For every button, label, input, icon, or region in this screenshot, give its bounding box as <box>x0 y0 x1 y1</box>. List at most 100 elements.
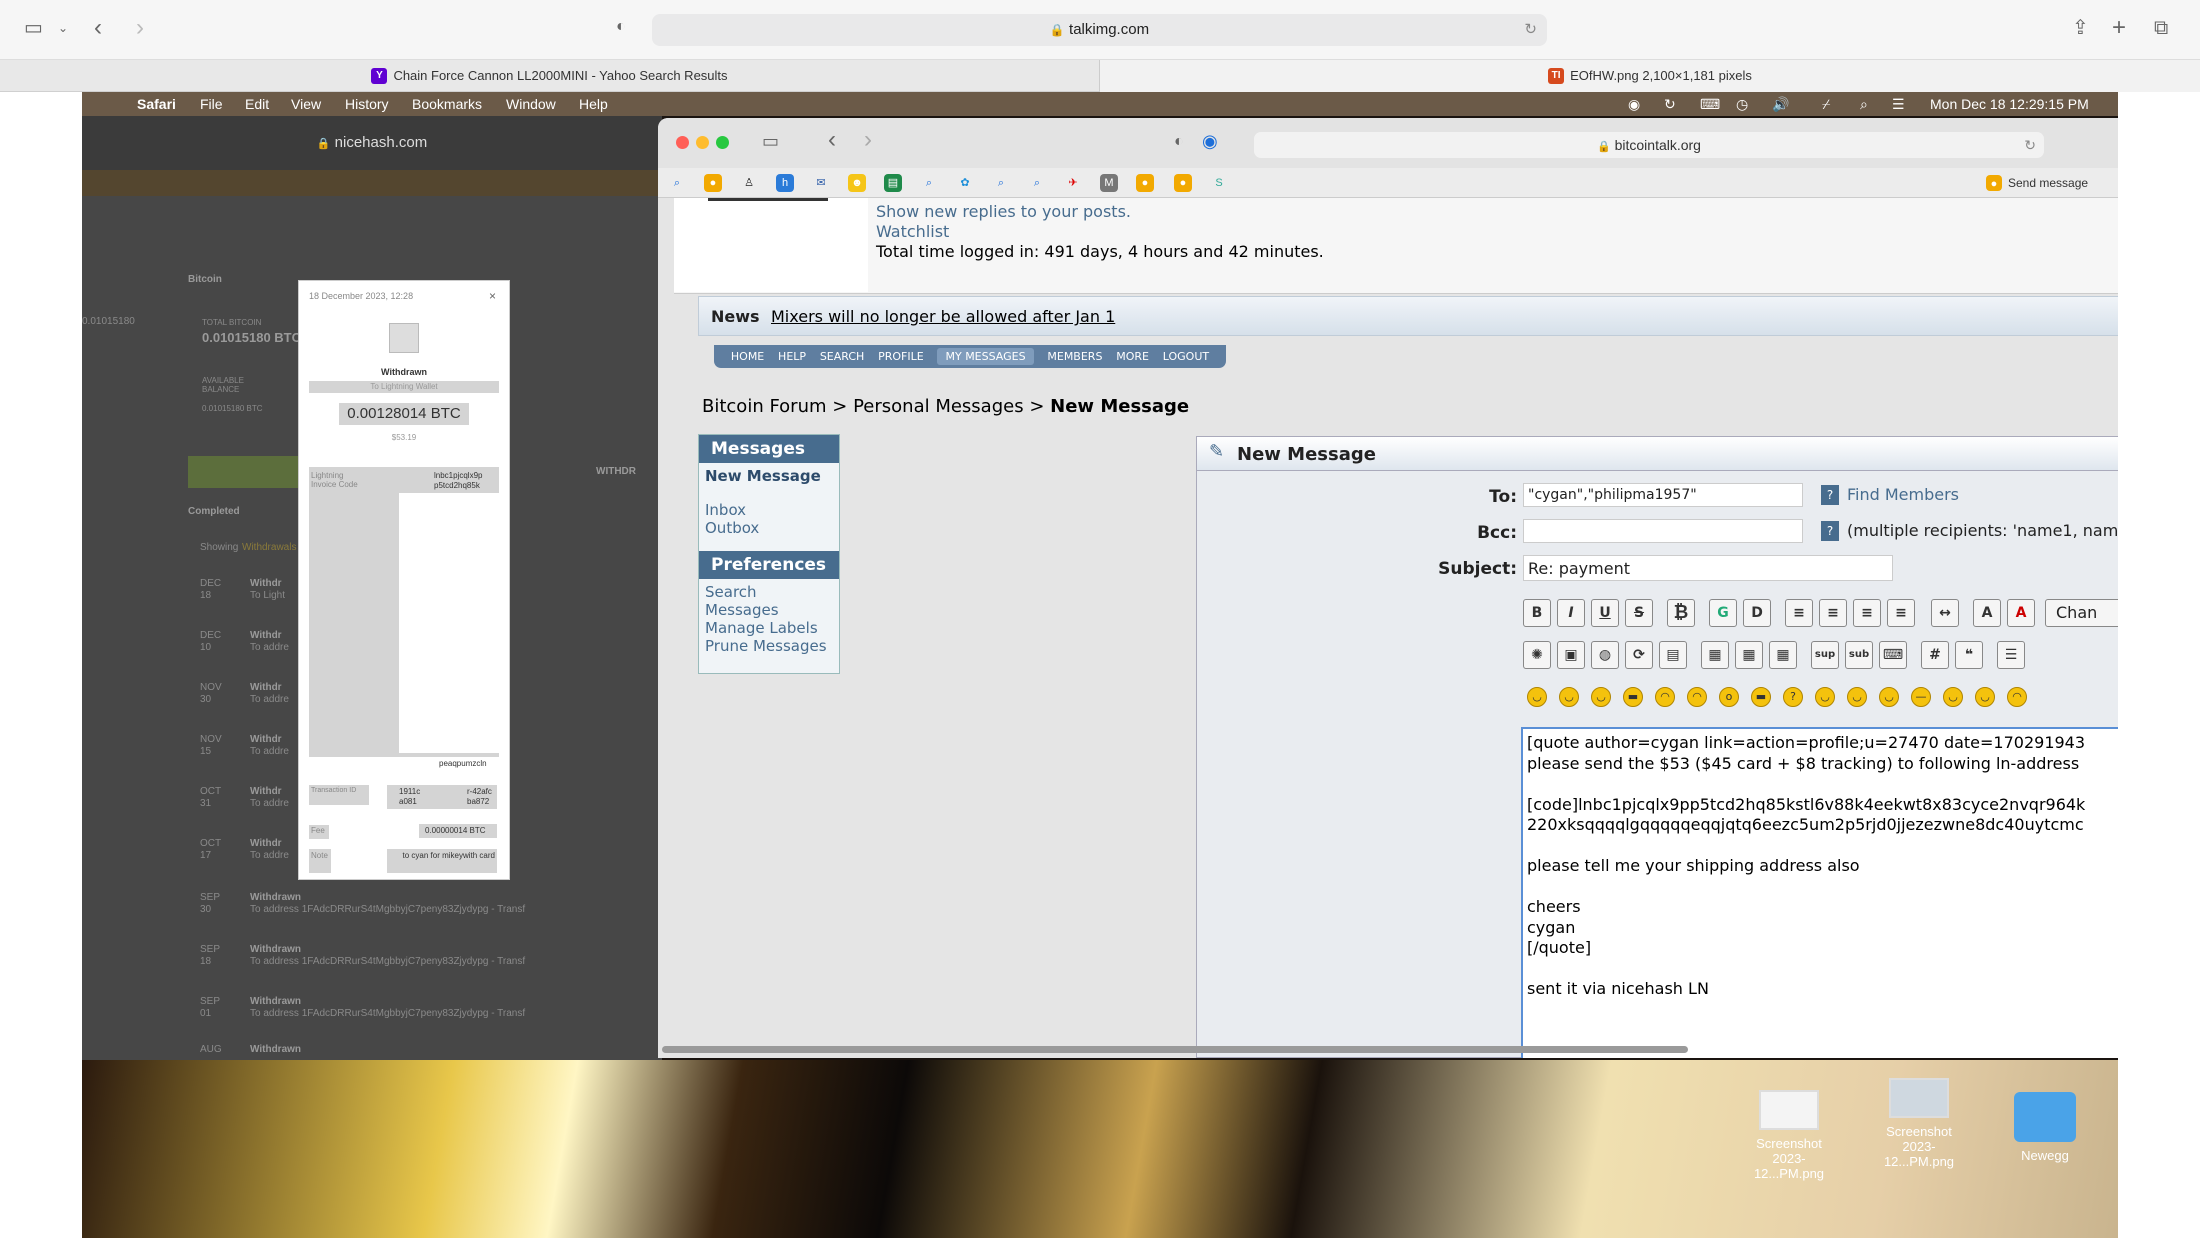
grin-icon[interactable]: ▬ <box>1623 687 1643 707</box>
strikethrough-button[interactable]: S <box>1625 599 1653 627</box>
desktop-icon-newegg-folder[interactable]: Newegg <box>1980 1092 2110 1163</box>
wink-icon[interactable]: ◡ <box>1559 687 1579 707</box>
privacy-shield-icon[interactable]: ◐ <box>1174 134 1184 150</box>
bookmark-icon[interactable]: ● <box>1136 174 1154 192</box>
chevron-down-icon[interactable]: ⌄ <box>58 22 68 34</box>
menu-view[interactable]: View <box>291 92 321 116</box>
tab-yahoo-search[interactable]: Y Chain Force Cannon LL2000MINI - Yahoo … <box>0 60 1100 92</box>
showing-filter[interactable]: Withdrawals <box>242 542 296 553</box>
forward-icon[interactable]: › <box>864 128 872 152</box>
close-icon[interactable]: × <box>489 289 496 303</box>
search-icon[interactable]: ⌕ <box>668 174 686 192</box>
news-link[interactable]: Mixers will no longer be allowed after J… <box>771 307 1115 326</box>
sidebar-prune-messages[interactable]: Prune Messages <box>705 637 833 655</box>
flash-button[interactable]: ✺ <box>1523 641 1551 669</box>
bold-button[interactable]: B <box>1523 599 1551 627</box>
align-right-button[interactable]: ≡ <box>1887 599 1915 627</box>
find-members-icon[interactable]: ? <box>1821 485 1839 505</box>
new-tab-icon[interactable]: + <box>2112 16 2126 40</box>
bookmark-icon[interactable]: ● <box>704 174 722 192</box>
list-button[interactable]: ☰ <box>1997 641 2025 669</box>
breadcrumb-forum[interactable]: Bitcoin Forum <box>702 396 827 417</box>
nav-my-messages[interactable]: MY MESSAGES <box>937 348 1034 365</box>
image-button[interactable]: ▣ <box>1557 641 1585 669</box>
bookmark-icon[interactable]: ☻ <box>848 174 866 192</box>
menu-window[interactable]: Window <box>506 92 556 116</box>
list-item[interactable]: SEP 01 Withdrawn To address 1FAdcDRRurS4… <box>200 996 660 1036</box>
sidebar-inbox[interactable]: Inbox <box>705 501 833 519</box>
undecided-icon[interactable]: ◡ <box>1943 687 1963 707</box>
zoom-window-button[interactable] <box>716 136 729 149</box>
bcc-help-icon[interactable]: ? <box>1821 521 1839 541</box>
close-window-button[interactable] <box>676 136 689 149</box>
status-icon[interactable]: ◉ <box>1628 92 1640 116</box>
keyboard-icon[interactable]: ⌨ <box>1700 92 1720 116</box>
bookmark-icon[interactable]: ▤ <box>884 174 902 192</box>
wifi-off-icon[interactable]: ⌿ <box>1822 92 1830 116</box>
bcc-field[interactable] <box>1523 519 1803 543</box>
tab-overview-icon[interactable]: ⧉ <box>2154 18 2168 38</box>
ftp-button[interactable]: ▤ <box>1659 641 1687 669</box>
angry-icon[interactable]: ◠ <box>1655 687 1675 707</box>
forward-icon[interactable]: › <box>136 16 144 40</box>
bookmark-icon[interactable]: M <box>1100 174 1118 192</box>
withdraw-button[interactable]: WITHDR <box>596 466 636 477</box>
cheesy-icon[interactable]: ◡ <box>1591 687 1611 707</box>
bitcointalk-address-bar[interactable]: 🔒 bitcointalk.org ↻ <box>1254 132 2044 158</box>
reload-icon[interactable]: ↻ <box>2024 132 2036 158</box>
bitcoin-button[interactable]: ₿ <box>1667 599 1695 627</box>
bookmark-icon[interactable]: ✿ <box>956 174 974 192</box>
sync-icon[interactable]: ↻ <box>1664 92 1676 116</box>
align-left-button[interactable]: ≡ <box>1819 599 1847 627</box>
huh-icon[interactable]: ? <box>1783 687 1803 707</box>
search-icon[interactable]: ⌕ <box>920 174 938 192</box>
outer-address-bar[interactable]: 🔒 talkimg.com ↻ <box>652 14 1547 46</box>
marquee-button[interactable]: ↔ <box>1931 599 1959 627</box>
bookmark-icon[interactable]: ♙ <box>740 174 758 192</box>
email-button[interactable]: ⟳ <box>1625 641 1653 669</box>
privacy-shield-icon[interactable]: ◐ <box>616 19 626 35</box>
underline-button[interactable]: U <box>1591 599 1619 627</box>
nav-search[interactable]: SEARCH <box>820 350 865 363</box>
sad-icon[interactable]: ◠ <box>1687 687 1707 707</box>
bookmark-icon[interactable]: ● <box>1174 174 1192 192</box>
tab-image[interactable]: TI EOfHW.png 2,100×1,181 pixels <box>1100 60 2200 92</box>
back-icon[interactable]: ‹ <box>94 16 102 40</box>
smiley-icon[interactable]: ◡ <box>1527 687 1547 707</box>
menu-history[interactable]: History <box>345 92 389 116</box>
cry-icon[interactable]: ◠ <box>2007 687 2027 707</box>
font-size-button[interactable]: A <box>1973 599 2001 627</box>
glow-button[interactable]: G <box>1709 599 1737 627</box>
code-button[interactable]: # <box>1921 641 1949 669</box>
nav-more[interactable]: MORE <box>1116 350 1149 363</box>
table-row-button[interactable]: ▦ <box>1735 641 1763 669</box>
lipsrsealed-icon[interactable]: — <box>1911 687 1931 707</box>
menubar-clock[interactable]: Mon Dec 18 12:29:15 PM <box>1930 92 2089 116</box>
watchlist-link[interactable]: Watchlist <box>876 222 949 241</box>
table-column-button[interactable]: ▦ <box>1769 641 1797 669</box>
reload-icon[interactable]: ↻ <box>1524 14 1537 46</box>
nav-profile[interactable]: PROFILE <box>878 350 924 363</box>
extension-icon[interactable]: ◉ <box>1202 132 1218 150</box>
sidebar-search-messages[interactable]: Search Messages <box>705 583 833 619</box>
shadow-button[interactable]: D <box>1743 599 1771 627</box>
menu-bookmarks[interactable]: Bookmarks <box>412 92 482 116</box>
sidebar-toggle-icon[interactable]: ▭ <box>24 18 43 38</box>
breadcrumb-pm[interactable]: Personal Messages <box>853 396 1024 417</box>
menu-file[interactable]: File <box>200 92 223 116</box>
subject-field[interactable] <box>1523 555 1893 581</box>
minimize-window-button[interactable] <box>696 136 709 149</box>
embarrassed-icon[interactable]: ◡ <box>1879 687 1899 707</box>
nicehash-address-bar[interactable]: 🔒 nicehash.com <box>82 116 662 170</box>
nav-logout[interactable]: LOGOUT <box>1163 350 1209 363</box>
sidebar-outbox[interactable]: Outbox <box>705 519 833 537</box>
cool-icon[interactable]: ▬ <box>1751 687 1771 707</box>
list-item[interactable]: SEP 18 Withdrawn To address 1FAdcDRRurS4… <box>200 944 660 984</box>
horizontal-scrollbar[interactable] <box>662 1046 1688 1053</box>
menu-edit[interactable]: Edit <box>245 92 269 116</box>
tongue-icon[interactable]: ◡ <box>1847 687 1867 707</box>
desktop-icon-screenshot-1[interactable]: Screenshot 2023-12...PM.png <box>1724 1090 1854 1181</box>
kiss-icon[interactable]: ◡ <box>1975 687 1995 707</box>
bookmark-icon[interactable]: ✈ <box>1064 174 1082 192</box>
volume-icon[interactable]: 🔊 <box>1772 92 1789 116</box>
